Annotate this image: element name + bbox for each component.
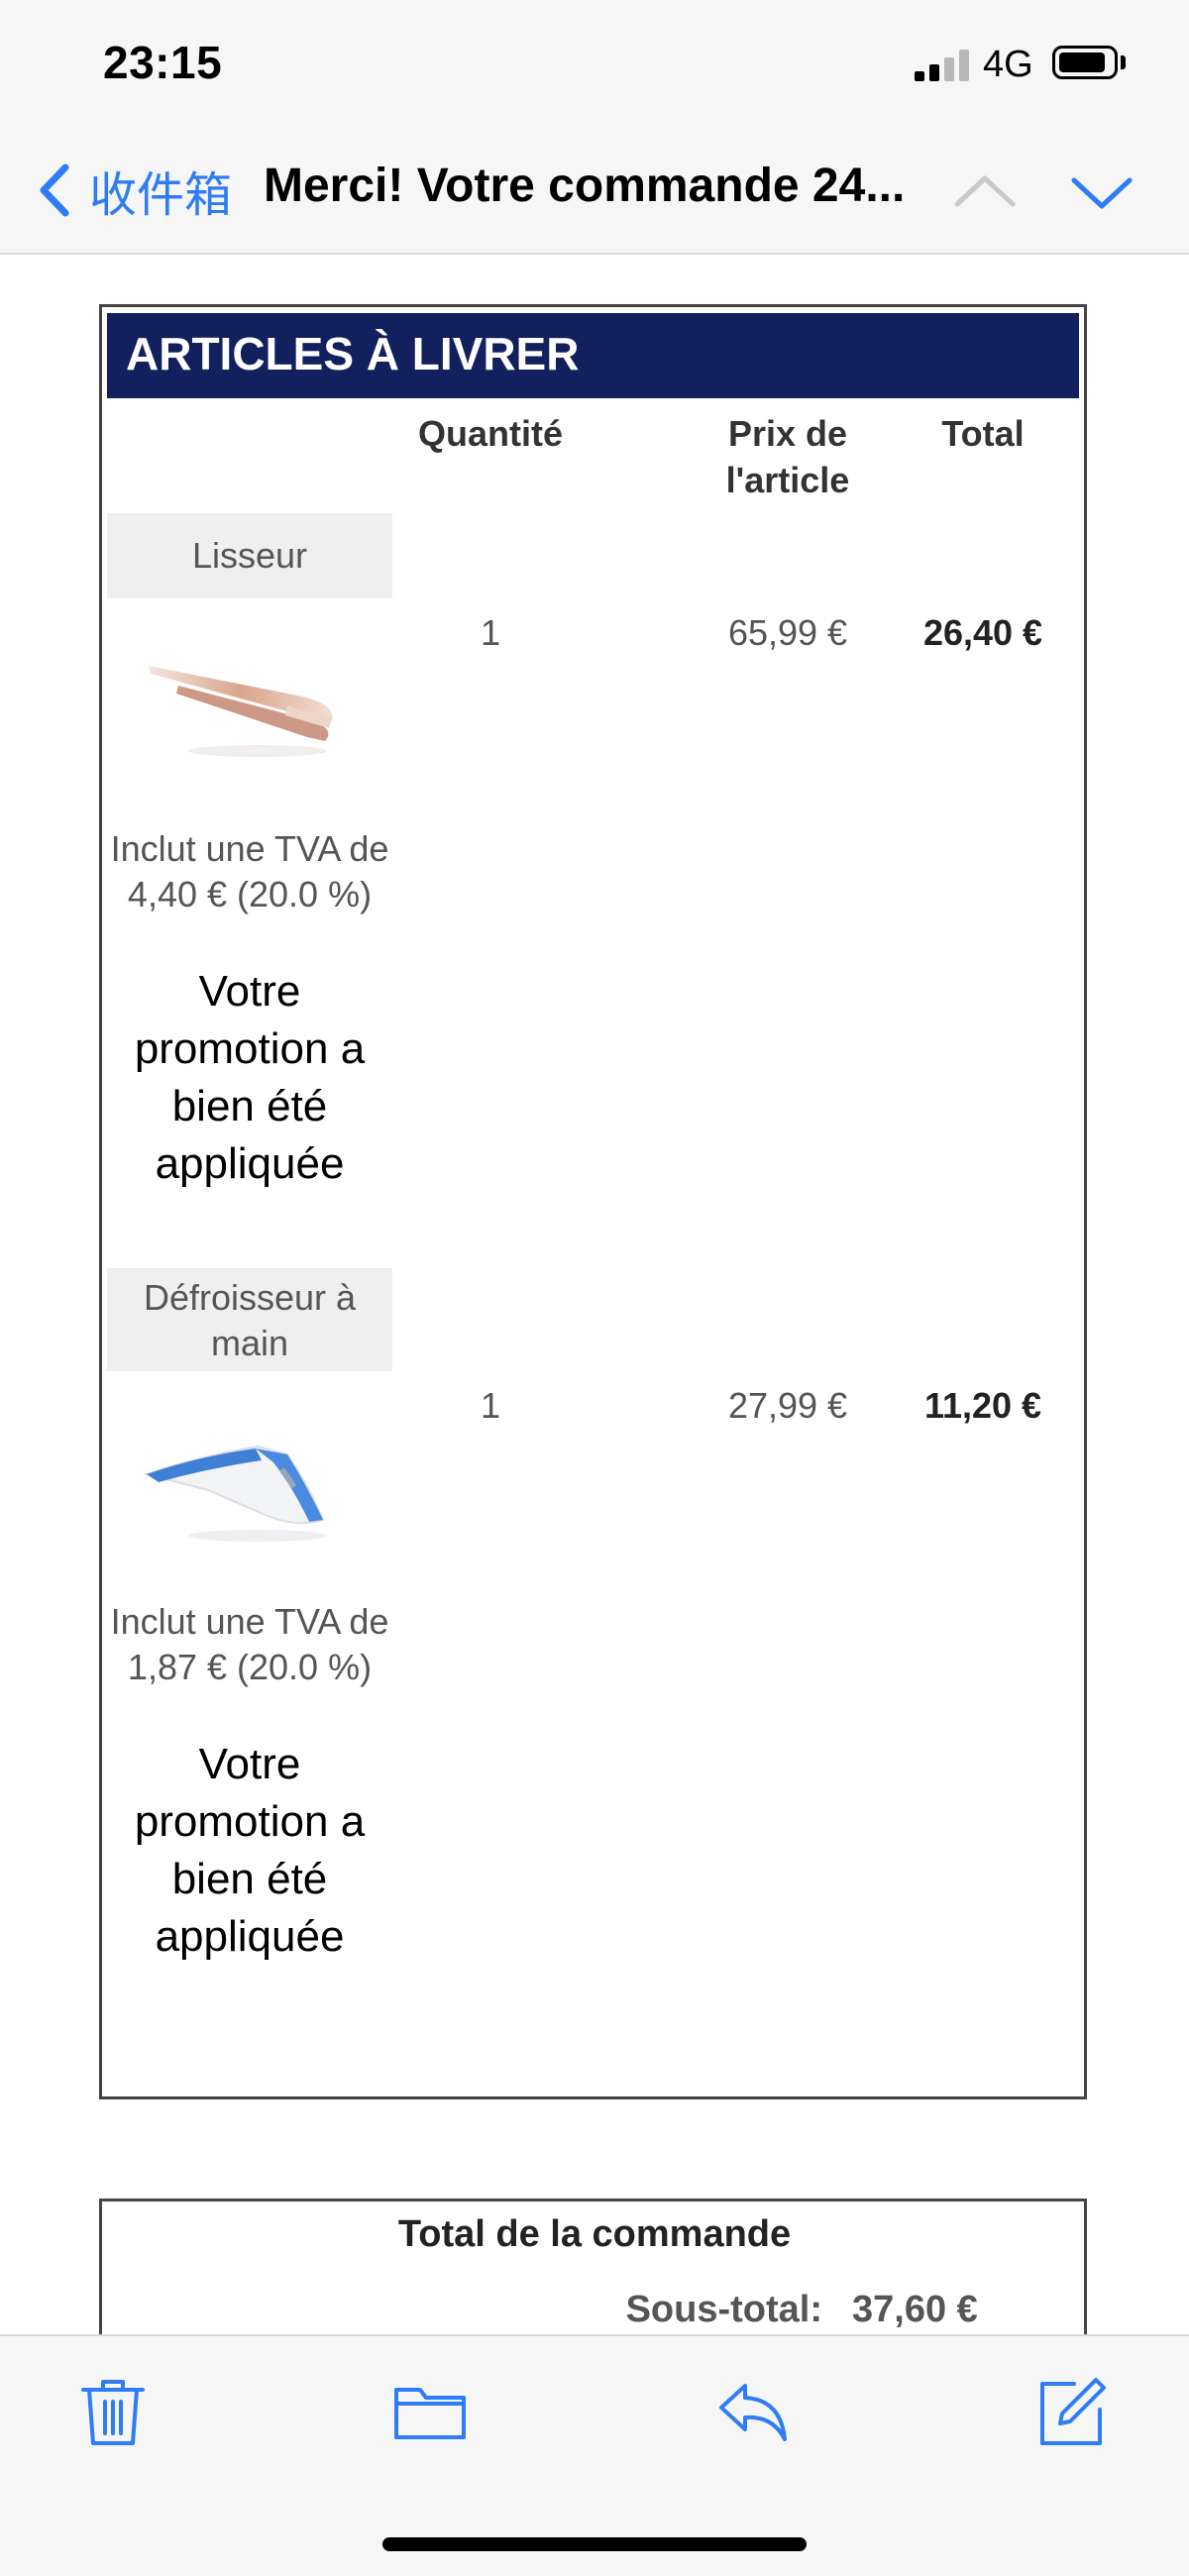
item-name[interactable]: Défroisseur à main	[107, 1268, 392, 1371]
item-unit-price: 27,99 €	[727, 1385, 848, 1426]
item-promo-note: Votre promotion a bien été appliquée	[134, 1740, 366, 1961]
back-to-inbox-button[interactable]: 收件箱	[30, 151, 232, 230]
item-vat-note: Inclut une TVA de 1,87 € (20.0 %)	[110, 1601, 389, 1687]
folder-icon[interactable]	[392, 2374, 468, 2449]
item-promo-note: Votre promotion a bien été appliquée	[134, 967, 366, 1188]
items-header-title: ARTICLES À LIVRER	[126, 328, 580, 379]
battery-tip	[1121, 55, 1126, 69]
item-quantity: 1	[480, 612, 501, 653]
column-total: Total	[941, 413, 1025, 454]
compose-icon[interactable]	[1034, 2374, 1110, 2449]
column-unit-price: Prix de l'article	[725, 413, 850, 500]
trash-icon[interactable]	[75, 2374, 151, 2449]
next-message-chevron-down-icon[interactable]	[1068, 159, 1135, 226]
item-unit-price: 65,99 €	[727, 612, 848, 653]
email-subject: Merci! Votre commande 24...	[264, 160, 906, 212]
item-vat-note: Inclut une TVA de 4,40 € (20.0 %)	[110, 828, 389, 914]
chevron-left-icon	[40, 163, 69, 217]
reply-icon[interactable]	[715, 2374, 791, 2449]
back-label: 收件箱	[89, 169, 233, 222]
cellular-signal-icon	[915, 50, 970, 81]
item-total: 11,20 €	[923, 1385, 1042, 1426]
column-quantity: Quantité	[417, 413, 563, 454]
order-total-title: Total de la commande	[397, 2213, 792, 2255]
hair-straightener-image[interactable]	[139, 634, 347, 763]
subtotal-value: 37,60 €	[852, 2289, 978, 2330]
status-time: 23:15	[103, 37, 223, 88]
subtotal-label: Sous-total:	[625, 2289, 822, 2330]
garment-steamer-image[interactable]	[139, 1417, 347, 1546]
item-total: 26,40 €	[922, 612, 1043, 653]
item-quantity: 1	[480, 1385, 501, 1426]
item-name[interactable]: Lisseur	[107, 513, 392, 598]
network-type: 4G	[983, 44, 1033, 85]
battery-icon	[1052, 46, 1118, 79]
previous-message-chevron-up-icon[interactable]	[951, 159, 1019, 226]
home-indicator[interactable]	[382, 2537, 807, 2551]
